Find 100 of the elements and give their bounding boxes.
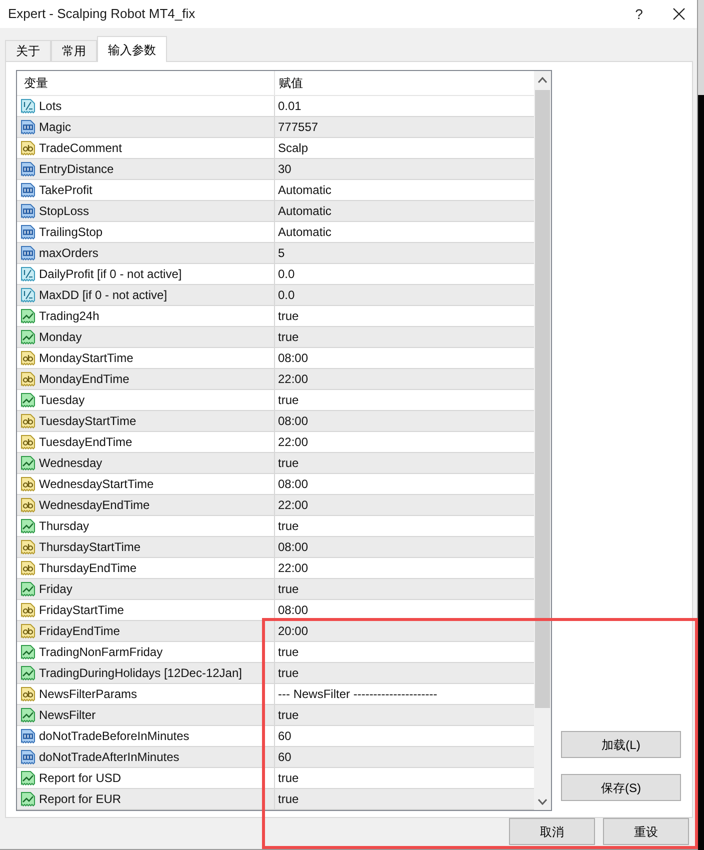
parameter-name: MondayStartTime [39,350,134,367]
text-tag-icon [20,560,36,576]
value-cell[interactable]: true [275,327,534,347]
parameter-row[interactable]: Lots 0.01 [17,96,534,117]
value-cell[interactable]: true [275,768,534,788]
parameter-row[interactable]: Monday true [17,327,534,348]
value-cell[interactable]: 777557 [275,117,534,137]
parameter-row[interactable]: Wednesday true [17,453,534,474]
parameter-row[interactable]: TradingDuringHolidays [12Dec-12Jan] true [17,663,534,684]
parameter-row[interactable]: NewsFilter true [17,705,534,726]
help-button[interactable]: ? [617,0,661,28]
value-cell[interactable]: 08:00 [275,348,534,368]
value-cell[interactable]: 08:00 [275,600,534,620]
parameter-row[interactable]: TrailingStop Automatic [17,222,534,243]
column-header[interactable]: 赋值 [275,71,534,95]
parameter-row[interactable]: TradingNonFarmFriday true [17,642,534,663]
parameter-row[interactable]: Trading24h true [17,306,534,327]
value-cell[interactable]: 08:00 [275,474,534,494]
column-header[interactable]: 变量 [17,71,275,95]
value-cell[interactable]: true [275,390,534,410]
text-tag-icon [20,371,36,387]
number-tag-icon [20,728,36,744]
parameter-row[interactable]: Report for USD true [17,768,534,789]
parameter-name: EntryDistance [39,161,114,178]
parameter-row[interactable]: StopLoss Automatic [17,201,534,222]
text-tag-icon [20,434,36,450]
parameter-name: FridayEndTime [39,623,120,640]
parameter-row[interactable]: NewsFilterParams --- NewsFilter --------------------- [17,684,534,705]
value-cell[interactable]: 0.0 [275,264,534,284]
parameter-row[interactable]: Tuesday true [17,390,534,411]
chart-tag-icon [20,791,36,807]
parameter-name: TakeProfit [39,182,92,199]
parameter-row[interactable]: ThursdayEndTime 22:00 [17,558,534,579]
chart-tag-icon [20,329,36,345]
value-cell[interactable]: true [275,642,534,662]
value-cell[interactable]: 0.01 [275,96,534,116]
dialog-button[interactable]: 重设 [603,818,689,845]
parameter-name: Report for USD [39,770,122,787]
text-tag-icon [20,623,36,639]
parameter-row[interactable]: Report for EUR true [17,789,534,810]
parameter-row[interactable]: MondayStartTime 08:00 [17,348,534,369]
parameter-row[interactable]: TradeComment Scalp [17,138,534,159]
value-cell[interactable]: true [275,705,534,725]
value-cell[interactable]: 22:00 [275,558,534,578]
parameter-row[interactable]: TuesdayStartTime 08:00 [17,411,534,432]
tab[interactable]: 常用 [51,40,97,61]
parameter-row[interactable]: doNotTradeAfterInMinutes 60 [17,747,534,768]
number-tag-icon [20,203,36,219]
value-cell[interactable]: 08:00 [275,537,534,557]
value-cell[interactable]: 22:00 [275,369,534,389]
parameter-row[interactable]: Magic 777557 [17,117,534,138]
value-cell[interactable]: 22:00 [275,432,534,452]
parameter-name: Wednesday [39,455,102,472]
parameter-row[interactable]: WednesdayEndTime 22:00 [17,495,534,516]
parameter-row[interactable]: Friday true [17,579,534,600]
parameter-row[interactable]: maxOrders 5 [17,243,534,264]
value-cell[interactable]: true [275,579,534,599]
dialog-button[interactable]: 加载(L) [561,731,681,758]
value-cell[interactable]: 30 [275,159,534,179]
value-cell[interactable]: Automatic [275,222,534,242]
value-cell[interactable]: 60 [275,747,534,767]
value-cell[interactable]: true [275,516,534,536]
value-cell[interactable]: 20:00 [275,621,534,641]
dialog-button[interactable]: 取消 [509,818,595,845]
value-cell[interactable]: true [275,663,534,683]
value-cell[interactable]: 60 [275,726,534,746]
value-cell[interactable]: 22:00 [275,495,534,515]
value-cell[interactable]: Automatic [275,201,534,221]
value-cell[interactable]: 5 [275,243,534,263]
parameter-row[interactable]: doNotTradeBeforeInMinutes 60 [17,726,534,747]
parameter-row[interactable]: EntryDistance 30 [17,159,534,180]
parameter-name: ThursdayStartTime [39,539,141,556]
value-cell[interactable]: --- NewsFilter --------------------- [275,684,534,704]
parameter-row[interactable]: MaxDD [if 0 - not active] 0.0 [17,285,534,306]
value-cell[interactable]: 08:00 [275,411,534,431]
dialog-button[interactable]: 保存(S) [561,774,681,801]
chevron-down-icon [538,798,547,804]
parameter-name: StopLoss [39,203,90,220]
parameter-row[interactable]: DailyProfit [if 0 - not active] 0.0 [17,264,534,285]
scrollbar-thumb[interactable] [535,90,550,708]
parameter-name: maxOrders [39,245,98,262]
parameter-row[interactable]: Thursday true [17,516,534,537]
text-tag-icon [20,140,36,156]
tab[interactable]: 输入参数 [97,36,167,62]
parameter-row[interactable]: ThursdayStartTime 08:00 [17,537,534,558]
parameter-name: NewsFilterParams [39,686,138,703]
value-cell[interactable]: Automatic [275,180,534,200]
value-cell[interactable]: 0.0 [275,285,534,305]
parameter-name: MaxDD [if 0 - not active] [39,287,168,304]
parameter-row[interactable]: TakeProfit Automatic [17,180,534,201]
parameter-row[interactable]: MondayEndTime 22:00 [17,369,534,390]
tab[interactable]: 关于 [5,40,51,61]
fraction-tag-icon [20,287,36,303]
value-cell[interactable]: Scalp [275,138,534,158]
value-cell[interactable]: true [275,789,534,809]
parameter-row[interactable]: TuesdayEndTime 22:00 [17,432,534,453]
value-cell[interactable]: true [275,306,534,326]
parameter-row[interactable]: WednesdayStartTime 08:00 [17,474,534,495]
parameter-row[interactable]: FridayEndTime 20:00 [17,621,534,642]
value-cell[interactable]: true [275,453,534,473]
